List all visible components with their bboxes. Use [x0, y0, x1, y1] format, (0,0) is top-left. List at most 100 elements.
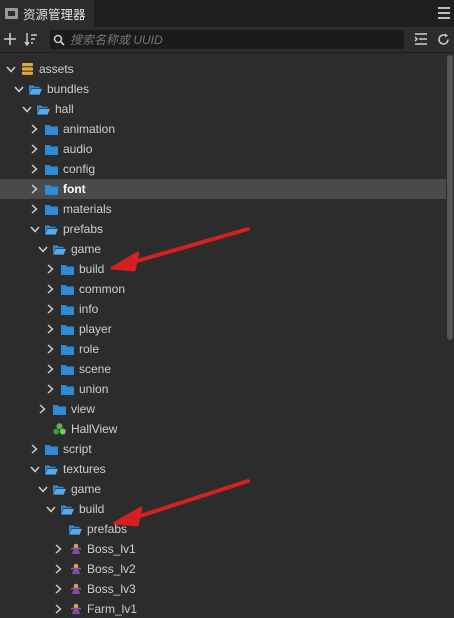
- asset-tree: assets bundles hall animation audio config fon…: [0, 59, 446, 618]
- tree-item-bundles[interactable]: bundles: [0, 79, 446, 99]
- tree-item-label: build: [79, 502, 105, 516]
- tree-item-scene[interactable]: scene: [0, 359, 446, 379]
- chevron-right-icon[interactable]: [53, 544, 64, 555]
- folder-open-icon: [29, 84, 42, 95]
- chevron-right-icon[interactable]: [45, 304, 56, 315]
- tree-item-textures[interactable]: textures: [0, 459, 446, 479]
- tree-item-common[interactable]: common: [0, 279, 446, 299]
- tree-item-config[interactable]: config: [0, 159, 446, 179]
- tree-item-role[interactable]: role: [0, 339, 446, 359]
- tree-item-label: animation: [63, 122, 116, 136]
- chevron-right-icon[interactable]: [29, 164, 40, 175]
- tree-item-boss_lv1[interactable]: Boss_lv1: [0, 539, 446, 559]
- chevron-right-icon[interactable]: [53, 604, 64, 615]
- chevron-down-icon[interactable]: [29, 464, 40, 475]
- tree-item-assets[interactable]: assets: [0, 59, 446, 79]
- tree-item-label: scene: [79, 362, 112, 376]
- folder-open-icon: [45, 464, 58, 475]
- tree-item-build[interactable]: build: [0, 499, 446, 519]
- tree-item-game[interactable]: game: [0, 239, 446, 259]
- tab-assets[interactable]: 资源管理器: [0, 0, 94, 27]
- tree-item-label: Farm_lv1: [87, 602, 138, 616]
- tree-item-prefabs[interactable]: prefabs: [0, 519, 446, 539]
- folder-icon: [61, 264, 74, 275]
- tree-item-build[interactable]: build: [0, 259, 446, 279]
- search-input[interactable]: [68, 31, 392, 48]
- chevron-right-icon[interactable]: [53, 584, 64, 595]
- tree-item-label: player: [79, 322, 112, 336]
- folder-icon: [45, 144, 58, 155]
- tree-item-materials[interactable]: materials: [0, 199, 446, 219]
- folder-open-icon: [69, 524, 82, 535]
- folder-icon: [61, 364, 74, 375]
- sprite-icon: [69, 583, 82, 595]
- sort-icon[interactable]: [21, 29, 41, 49]
- chevron-right-icon[interactable]: [37, 404, 48, 415]
- tree-item-hallview[interactable]: HallView: [0, 419, 446, 439]
- chevron-right-icon[interactable]: [29, 124, 40, 135]
- chevron-right-icon[interactable]: [29, 444, 40, 455]
- tree-item-audio[interactable]: audio: [0, 139, 446, 159]
- tree-item-boss_lv3[interactable]: Boss_lv3: [0, 579, 446, 599]
- tree-item-font[interactable]: font: [0, 179, 446, 199]
- chevron-right-icon[interactable]: [53, 564, 64, 575]
- tree-item-view[interactable]: view: [0, 399, 446, 419]
- chevron-right-icon[interactable]: [29, 184, 40, 195]
- tree-item-union[interactable]: union: [0, 379, 446, 399]
- sprite-icon: [69, 563, 82, 575]
- chevron-down-icon[interactable]: [45, 504, 56, 515]
- chevron-right-icon[interactable]: [45, 284, 56, 295]
- sprite-icon: [69, 543, 82, 555]
- tree-item-label: materials: [63, 202, 112, 216]
- collapse-all-icon[interactable]: [411, 29, 431, 49]
- tree-item-label: game: [71, 482, 102, 496]
- tree-item-label: HallView: [71, 422, 118, 436]
- folder-icon: [45, 204, 58, 215]
- scrollbar[interactable]: [446, 53, 454, 618]
- tree-item-game[interactable]: game: [0, 479, 446, 499]
- tree-item-script[interactable]: script: [0, 439, 446, 459]
- folder-icon: [5, 8, 18, 19]
- tree-item-label: config: [63, 162, 96, 176]
- folder-icon: [45, 184, 58, 195]
- chevron-down-icon[interactable]: [5, 64, 16, 75]
- chevron-right-icon[interactable]: [45, 264, 56, 275]
- chevron-right-icon[interactable]: [29, 144, 40, 155]
- chevron-right-icon[interactable]: [45, 364, 56, 375]
- chevron-down-icon[interactable]: [13, 84, 24, 95]
- database-icon: [21, 63, 34, 75]
- tree-item-prefabs[interactable]: prefabs: [0, 219, 446, 239]
- tree-item-label: prefabs: [87, 522, 128, 536]
- folder-open-icon: [61, 504, 74, 515]
- chevron-down-icon[interactable]: [29, 224, 40, 235]
- tree-item-label: union: [79, 382, 109, 396]
- folder-icon: [45, 124, 58, 135]
- tree-item-label: textures: [63, 462, 106, 476]
- chevron-right-icon[interactable]: [45, 344, 56, 355]
- scrollbar-thumb[interactable]: [447, 55, 453, 340]
- chevron-right-icon[interactable]: [45, 384, 56, 395]
- panel-title: 资源管理器: [23, 8, 86, 22]
- folder-icon: [61, 304, 74, 315]
- chevron-right-icon[interactable]: [29, 204, 40, 215]
- search-box[interactable]: [50, 30, 404, 49]
- tree-item-farm_lv1[interactable]: Farm_lv1: [0, 599, 446, 618]
- chevron-down-icon[interactable]: [21, 104, 32, 115]
- tree-item-label: bundles: [47, 82, 90, 96]
- tree-item-info[interactable]: info: [0, 299, 446, 319]
- chevron-down-icon[interactable]: [37, 244, 48, 255]
- tree-item-animation[interactable]: animation: [0, 119, 446, 139]
- refresh-icon[interactable]: [433, 29, 453, 49]
- add-icon[interactable]: [0, 29, 20, 49]
- chevron-down-icon[interactable]: [37, 484, 48, 495]
- tree-item-player[interactable]: player: [0, 319, 446, 339]
- folder-open-icon: [37, 104, 50, 115]
- tree-item-hall[interactable]: hall: [0, 99, 446, 119]
- tree-item-label: game: [71, 242, 102, 256]
- chevron-right-icon[interactable]: [45, 324, 56, 335]
- sprite-icon: [69, 603, 82, 615]
- menu-icon[interactable]: [438, 7, 450, 22]
- tree-item-label: Boss_lv3: [87, 582, 136, 596]
- tree-item-boss_lv2[interactable]: Boss_lv2: [0, 559, 446, 579]
- toolbar: [0, 27, 454, 52]
